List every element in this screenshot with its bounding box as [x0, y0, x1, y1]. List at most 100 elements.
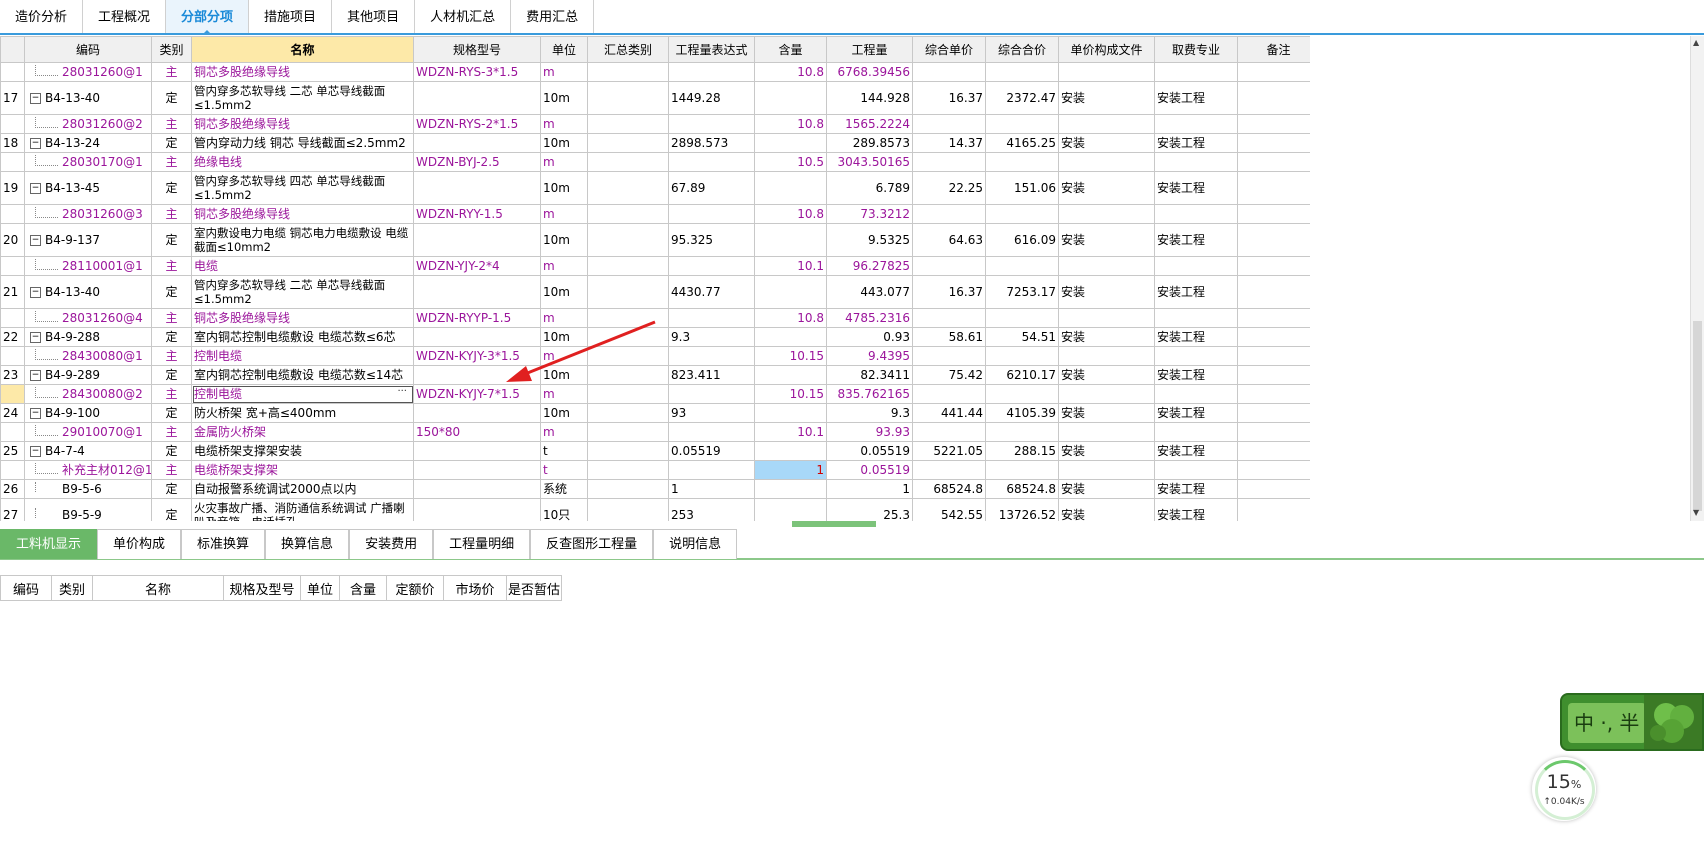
cell-prof[interactable]: 安装工程 — [1154, 479, 1238, 499]
cell-note[interactable] — [1237, 498, 1310, 521]
cell-note[interactable] — [1237, 204, 1310, 224]
cell-note[interactable] — [1237, 441, 1310, 461]
cell-expr[interactable] — [668, 152, 755, 172]
cell-cat[interactable]: 定 — [151, 479, 192, 499]
cell-expr[interactable]: 4430.77 — [668, 275, 755, 309]
cell-unit[interactable]: 10m — [540, 275, 588, 309]
cell-total[interactable] — [985, 114, 1059, 134]
cell-name[interactable]: 铜芯多股绝缘导线 — [191, 62, 414, 82]
cell-qty-ratio[interactable]: 10.8 — [754, 308, 827, 328]
cell-note[interactable] — [1237, 81, 1310, 115]
cell-spec[interactable]: 150*80 — [413, 422, 541, 442]
cell-sum[interactable] — [587, 346, 669, 366]
bottom-tab[interactable]: 单价构成 — [97, 529, 182, 559]
cell-code[interactable]: − B4-13-40 — [24, 81, 152, 115]
cell-name[interactable]: 管内穿多芯软导线 二芯 单芯导线截面≤1.5mm2 — [191, 81, 414, 115]
top-tab[interactable]: 其他项目 — [332, 0, 416, 33]
cell-sum[interactable] — [587, 223, 669, 257]
cell-cat[interactable]: 主 — [151, 114, 192, 134]
cell-code[interactable]: 28430080@1 — [24, 346, 152, 366]
cell-unit[interactable]: 10m — [540, 365, 588, 385]
cell-price[interactable]: 22.25 — [912, 171, 986, 205]
cell-expr[interactable] — [668, 346, 755, 366]
cell-name[interactable]: 控制电缆 — [191, 346, 414, 366]
expand-minus-icon[interactable]: − — [30, 93, 41, 104]
cell-cat[interactable]: 主 — [151, 152, 192, 172]
cell-price[interactable]: 5221.05 — [912, 441, 986, 461]
top-tab[interactable]: 措施项目 — [249, 0, 333, 33]
cell-prof[interactable]: 安装工程 — [1154, 498, 1238, 521]
cell-price[interactable] — [912, 308, 986, 328]
cell-code[interactable]: 28031260@4 — [24, 308, 152, 328]
cell-price[interactable]: 75.42 — [912, 365, 986, 385]
cell-spec[interactable]: WDZN-RYS-3*1.5 — [413, 62, 541, 82]
cell-file[interactable]: 安装 — [1058, 223, 1155, 257]
cell-note[interactable] — [1237, 346, 1310, 366]
cell-spec[interactable]: WDZN-RYY-1.5 — [413, 204, 541, 224]
cell-expr[interactable]: 95.325 — [668, 223, 755, 257]
cell-name[interactable]: 管内穿动力线 铜芯 导线截面≤2.5mm2 — [191, 133, 414, 153]
cell-name[interactable]: 电缆桥架支撑架安装 — [191, 441, 414, 461]
cell-unit[interactable]: 10只 — [540, 498, 588, 521]
cell-qty[interactable]: 6768.39456 — [826, 62, 913, 82]
cell-file[interactable]: 安装 — [1058, 133, 1155, 153]
item-row[interactable]: 23− B4-9-289 定室内铜芯控制电缆敷设 电缆芯数≤14芯 10m 823.41… — [0, 365, 1310, 385]
cell-total[interactable] — [985, 422, 1059, 442]
cell-note[interactable] — [1237, 152, 1310, 172]
cell-cat[interactable]: 主 — [151, 460, 192, 480]
cell-cat[interactable]: 定 — [151, 403, 192, 423]
cell-qty-ratio[interactable]: 10.5 — [754, 152, 827, 172]
cell-code[interactable]: B9-5-6 — [24, 479, 152, 499]
cell-spec[interactable]: WDZN-RYS-2*1.5 — [413, 114, 541, 134]
cell-qty[interactable]: 289.8573 — [826, 133, 913, 153]
bottom-tab[interactable]: 换算信息 — [265, 529, 350, 559]
cell-price[interactable] — [912, 152, 986, 172]
network-speed-widget[interactable]: 15% ↑0.04K/s — [1532, 757, 1596, 821]
cell-qty[interactable]: 1 — [826, 479, 913, 499]
cell-note[interactable] — [1237, 422, 1310, 442]
scroll-down-arrow-icon[interactable]: ▼ — [1693, 508, 1699, 517]
bottom-tab[interactable]: 工料机显示 — [0, 529, 98, 559]
cell-code[interactable]: 28030170@1 — [24, 152, 152, 172]
cell-qty-ratio[interactable] — [754, 479, 827, 499]
cell-qty-ratio[interactable] — [754, 441, 827, 461]
cell-file[interactable]: 安装 — [1058, 498, 1155, 521]
cell-price[interactable]: 441.44 — [912, 403, 986, 423]
cell-qty-ratio[interactable]: 10.15 — [754, 384, 827, 404]
cell-qty[interactable]: 9.3 — [826, 403, 913, 423]
cell-sum[interactable] — [587, 327, 669, 347]
cell-total[interactable]: 4105.39 — [985, 403, 1059, 423]
cell-unit[interactable]: 10m — [540, 133, 588, 153]
cell-note[interactable] — [1237, 365, 1310, 385]
item-row[interactable]: 27 B9-5-9 定火灾事故广播、消防通信系统调试 广播喇叭及音箱、电话插孔 10只… — [0, 498, 1310, 521]
cell-unit[interactable]: m — [540, 346, 588, 366]
cell-prof[interactable] — [1154, 256, 1238, 276]
cell-price[interactable]: 14.37 — [912, 133, 986, 153]
cell-name[interactable]: 电缆桥架支撑架 — [191, 460, 414, 480]
material-row[interactable]: 28031260@4 主铜芯多股绝缘导线 WDZN-RYYP-1.5 m 10.8 478… — [0, 308, 1310, 328]
cell-name[interactable]: 管内穿多芯软导线 四芯 单芯导线截面≤1.5mm2 — [191, 171, 414, 205]
ime-status-widget[interactable]: 中 ·, 半 — [1560, 693, 1704, 751]
cell-expr[interactable] — [668, 204, 755, 224]
cell-total[interactable] — [985, 384, 1059, 404]
material-row[interactable]: 28031260@1 主铜芯多股绝缘导线 WDZN-RYS-3*1.5 m 10.8 67… — [0, 62, 1310, 82]
cell-unit[interactable]: m — [540, 308, 588, 328]
cell-expr[interactable]: 1449.28 — [668, 81, 755, 115]
cell-qty[interactable]: 443.077 — [826, 275, 913, 309]
item-row[interactable]: 22− B4-9-288 定室内铜芯控制电缆敷设 电缆芯数≤6芯 10m 9.3 0.93… — [0, 327, 1310, 347]
cell-note[interactable] — [1237, 308, 1310, 328]
cell-note[interactable] — [1237, 133, 1310, 153]
cell-prof[interactable] — [1154, 422, 1238, 442]
cell-spec[interactable]: WDZN-RYYP-1.5 — [413, 308, 541, 328]
cell-cat[interactable]: 主 — [151, 256, 192, 276]
cell-sum[interactable] — [587, 275, 669, 309]
expand-minus-icon[interactable]: − — [30, 446, 41, 457]
cell-unit[interactable]: 10m — [540, 223, 588, 257]
cell-expr[interactable]: 253 — [668, 498, 755, 521]
cell-expr[interactable] — [668, 256, 755, 276]
cell-expr[interactable] — [668, 460, 755, 480]
cell-note[interactable] — [1237, 384, 1310, 404]
expand-minus-icon[interactable]: − — [30, 138, 41, 149]
cell-file[interactable]: 安装 — [1058, 479, 1155, 499]
cell-note[interactable] — [1237, 275, 1310, 309]
